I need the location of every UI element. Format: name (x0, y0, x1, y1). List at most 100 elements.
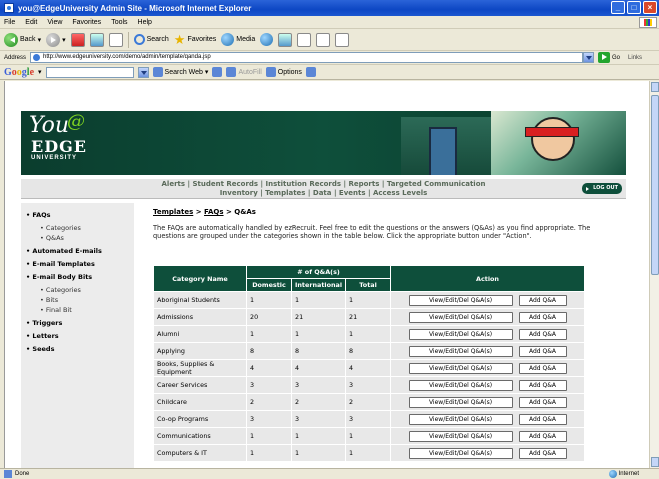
page-viewport: You @ EDGE UNIVERSITY Alerts | Student R… (4, 81, 649, 468)
sidebar-item-letters[interactable]: • Letters (26, 332, 134, 340)
home-icon[interactable] (108, 32, 123, 47)
logout-button[interactable]: LOG OUT (582, 183, 622, 194)
add-qa-button[interactable]: Add Q&A (518, 396, 567, 408)
toolbar-separator (127, 31, 129, 48)
sidebar-item-automated-emails[interactable]: • Automated E-mails (26, 247, 134, 255)
breadcrumb-templates[interactable]: Templates (153, 208, 193, 216)
scroll-down-icon[interactable] (651, 457, 659, 467)
sidebar-sub-bit-categories[interactable]: • Categories (40, 286, 134, 294)
go-button[interactable]: Go (598, 52, 620, 63)
cell-action: View/Edit/Del Q&A(s) Add Q&A (391, 394, 584, 410)
scroll-up-icon[interactable] (651, 82, 659, 92)
menu-tools[interactable]: Tools (111, 19, 127, 26)
sidebar-item-faqs[interactable]: • FAQs (26, 211, 134, 219)
table-row: Alumni 1 1 1 View/Edit/Del Q&A(s) Add Q&A (154, 326, 584, 342)
view-edit-del-button[interactable]: View/Edit/Del Q&A(s) (408, 328, 513, 340)
view-edit-del-button[interactable]: View/Edit/Del Q&A(s) (408, 430, 513, 442)
add-qa-button[interactable]: Add Q&A (518, 447, 567, 459)
logo-at: @ (67, 111, 85, 132)
options-button[interactable]: Options (265, 67, 302, 77)
autofill-button[interactable]: AutoFill (226, 67, 262, 77)
close-button[interactable]: × (643, 1, 657, 14)
search-button[interactable]: Search (133, 34, 169, 45)
media-button[interactable]: Media (221, 33, 255, 46)
add-qa-button[interactable]: Add Q&A (518, 430, 567, 442)
refresh-icon[interactable] (89, 32, 104, 47)
history-icon[interactable] (260, 33, 274, 46)
google-toolbar: Google ▾ Search Web ▾ AutoFill Options (0, 65, 659, 80)
view-edit-del-button[interactable]: View/Edit/Del Q&A(s) (408, 345, 513, 357)
add-qa-button[interactable]: Add Q&A (518, 362, 567, 374)
add-qa-button[interactable]: Add Q&A (518, 294, 567, 306)
cell-action: View/Edit/Del Q&A(s) Add Q&A (391, 309, 584, 325)
sidebar-item-seeds[interactable]: • Seeds (26, 345, 134, 353)
options-icon (265, 67, 276, 77)
address-dropdown-icon[interactable] (583, 52, 595, 63)
discuss-icon[interactable] (335, 32, 350, 47)
status-bar: Done Internet (0, 468, 659, 479)
media-icon (221, 33, 235, 46)
view-edit-del-button[interactable]: View/Edit/Del Q&A(s) (408, 447, 513, 459)
cell-domestic: 1 (247, 445, 291, 461)
links-button[interactable]: Links (628, 55, 642, 61)
add-qa-button[interactable]: Add Q&A (518, 413, 567, 425)
cell-total: 3 (346, 377, 391, 393)
maximize-button[interactable]: □ (627, 1, 641, 14)
view-edit-del-button[interactable]: View/Edit/Del Q&A(s) (408, 413, 513, 425)
vertical-scrollbar[interactable] (649, 81, 659, 468)
cell-action: View/Edit/Del Q&A(s) Add Q&A (391, 326, 584, 342)
topnav-line-1[interactable]: Alerts | Student Records | Institution R… (21, 180, 626, 189)
edit-icon[interactable] (316, 32, 331, 47)
minimize-button[interactable]: _ (611, 1, 625, 14)
sidebar-sub-categories[interactable]: • Categories (40, 224, 134, 232)
add-qa-button[interactable]: Add Q&A (518, 379, 567, 391)
view-edit-del-button[interactable]: View/Edit/Del Q&A(s) (408, 379, 513, 391)
favorites-button[interactable]: ★ Favorites (174, 32, 216, 47)
view-edit-del-button[interactable]: View/Edit/Del Q&A(s) (408, 396, 513, 408)
menu-bar: File Edit View Favorites Tools Help (0, 16, 659, 29)
google-dropdown-icon[interactable] (137, 66, 149, 78)
google-search-input[interactable] (45, 66, 134, 78)
menu-view[interactable]: View (47, 19, 62, 26)
sidebar-sub-bits[interactable]: • Bits (40, 296, 134, 304)
cell-total: 1 (346, 445, 391, 461)
sidebar-sub-final-bit[interactable]: • Final Bit (40, 306, 134, 314)
cell-category-name: Career Services (154, 377, 246, 393)
menu-file[interactable]: File (4, 19, 15, 26)
sidebar-item-triggers[interactable]: • Triggers (26, 319, 134, 327)
site-banner: You @ EDGE UNIVERSITY (21, 111, 626, 175)
internet-globe-icon (608, 470, 617, 478)
scrollbar-thumb[interactable] (651, 95, 659, 275)
add-qa-button[interactable]: Add Q&A (518, 345, 567, 357)
topnav-line-2[interactable]: Inventory | Templates | Data | Events | … (21, 189, 626, 198)
view-edit-del-button[interactable]: View/Edit/Del Q&A(s) (408, 362, 513, 374)
menu-edit[interactable]: Edit (25, 19, 37, 26)
banner-illustration-right (491, 111, 626, 175)
view-edit-del-button[interactable]: View/Edit/Del Q&A(s) (408, 311, 513, 323)
view-edit-del-button[interactable]: View/Edit/Del Q&A(s) (408, 294, 513, 306)
sidebar-sub-qas[interactable]: • Q&As (40, 234, 134, 242)
address-input[interactable]: http://www.edgeuniversity.com/demo/admin… (30, 52, 584, 63)
cell-action: View/Edit/Del Q&A(s) Add Q&A (391, 428, 584, 444)
mail-icon[interactable] (278, 32, 293, 47)
highlight-icon[interactable] (305, 67, 316, 77)
logo-you: You (29, 113, 70, 138)
breadcrumb-faqs[interactable]: FAQs (204, 208, 224, 216)
ie-icon (4, 3, 14, 13)
add-qa-button[interactable]: Add Q&A (518, 328, 567, 340)
cell-international: 21 (292, 309, 346, 325)
forward-button[interactable]: ▾ (46, 32, 66, 47)
add-qa-button[interactable]: Add Q&A (518, 311, 567, 323)
table-row: Applying 8 8 8 View/Edit/Del Q&A(s) Add Q&A (154, 343, 584, 359)
sidebar-item-email-body-bits[interactable]: • E-mail Body Bits (26, 273, 134, 281)
stop-icon[interactable] (70, 32, 85, 47)
play-arrow-icon (586, 186, 591, 191)
cell-domestic: 1 (247, 292, 291, 308)
search-web-button[interactable]: Search Web ▾ (152, 67, 208, 77)
menu-help[interactable]: Help (138, 19, 152, 26)
menu-favorites[interactable]: Favorites (72, 19, 101, 26)
pagerank-icon[interactable] (212, 67, 223, 77)
print-icon[interactable] (297, 32, 312, 47)
sidebar-item-email-templates[interactable]: • E-mail Templates (26, 260, 134, 268)
back-button[interactable]: Back ▾ (4, 32, 41, 47)
